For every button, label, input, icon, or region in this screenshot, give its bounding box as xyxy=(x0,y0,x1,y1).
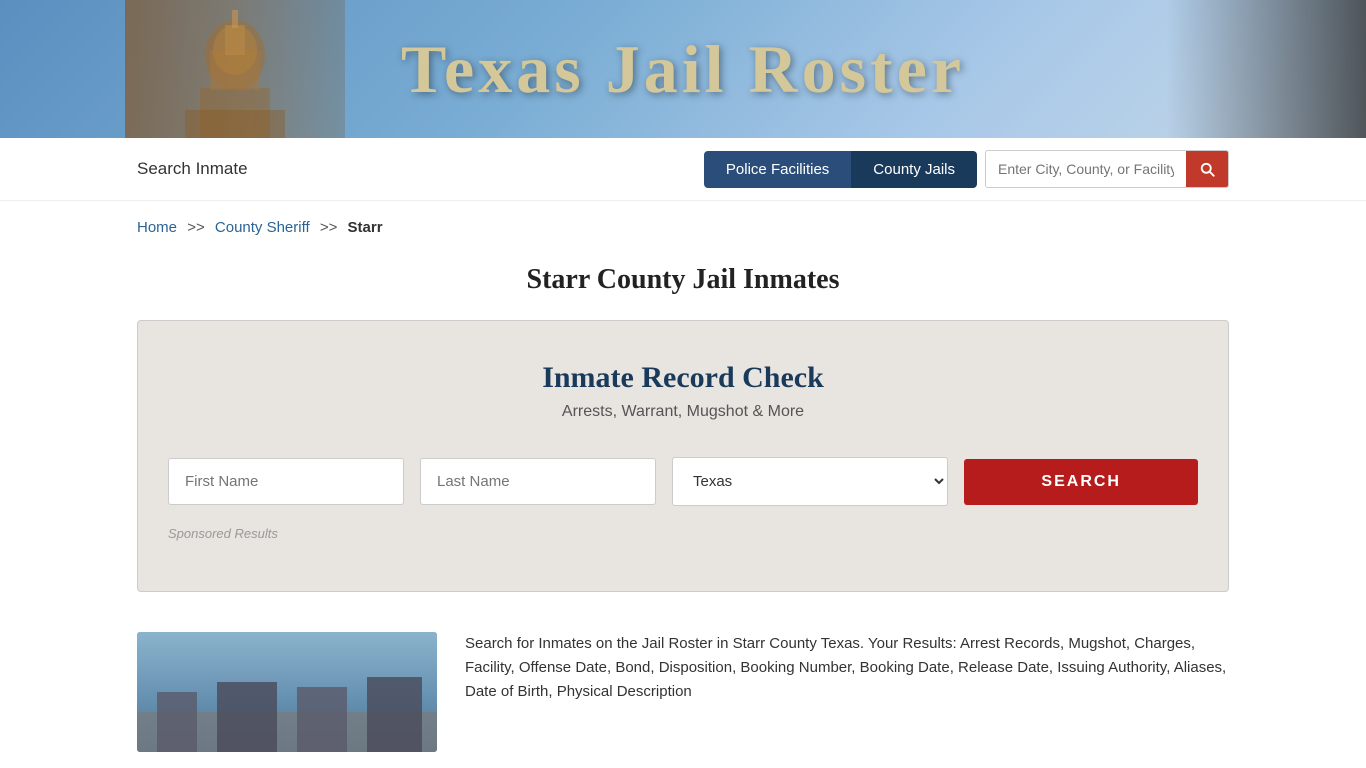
record-check-subtitle: Arrests, Warrant, Mugshot & More xyxy=(168,403,1198,421)
bottom-image xyxy=(137,632,437,752)
facility-search-input[interactable] xyxy=(986,152,1186,186)
first-name-input[interactable] xyxy=(168,458,404,505)
capitol-svg xyxy=(125,0,345,138)
county-jails-button[interactable]: County Jails xyxy=(851,151,977,188)
navbar: Search Inmate Police Facilities County J… xyxy=(0,138,1366,201)
bottom-description: Search for Inmates on the Jail Roster in… xyxy=(465,632,1229,752)
header-banner: Texas Jail Roster xyxy=(0,0,1366,138)
search-inmate-label: Search Inmate xyxy=(137,159,248,179)
breadcrumb-county-sheriff-link[interactable]: County Sheriff xyxy=(215,219,310,236)
record-check-box: Inmate Record Check Arrests, Warrant, Mu… xyxy=(137,320,1229,592)
breadcrumb-home-link[interactable]: Home xyxy=(137,219,177,236)
record-check-title: Inmate Record Check xyxy=(168,361,1198,395)
search-icon xyxy=(1198,160,1216,178)
keys-overlay xyxy=(1166,0,1366,138)
bottom-section: Search for Inmates on the Jail Roster in… xyxy=(0,622,1366,762)
breadcrumb: Home >> County Sheriff >> Starr xyxy=(0,201,1366,246)
banner-title: Texas Jail Roster xyxy=(401,30,965,109)
police-facilities-button[interactable]: Police Facilities xyxy=(704,151,851,188)
record-search-button[interactable]: SEARCH xyxy=(964,459,1198,505)
last-name-input[interactable] xyxy=(420,458,656,505)
facility-search-wrap xyxy=(985,150,1229,188)
page-title-wrap: Starr County Jail Inmates xyxy=(0,246,1366,320)
facility-search-button[interactable] xyxy=(1186,151,1228,187)
nav-right: Police Facilities County Jails xyxy=(704,150,1229,188)
breadcrumb-sep-2: >> xyxy=(320,219,338,236)
state-select[interactable]: AlabamaAlaskaArizonaArkansasCaliforniaCo… xyxy=(672,457,948,506)
bottom-image-svg xyxy=(137,632,437,752)
record-check-form: AlabamaAlaskaArizonaArkansasCaliforniaCo… xyxy=(168,457,1198,506)
page-title: Starr County Jail Inmates xyxy=(0,264,1366,296)
breadcrumb-sep-1: >> xyxy=(187,219,205,236)
sponsored-label: Sponsored Results xyxy=(168,526,1198,541)
breadcrumb-current: Starr xyxy=(348,219,383,236)
